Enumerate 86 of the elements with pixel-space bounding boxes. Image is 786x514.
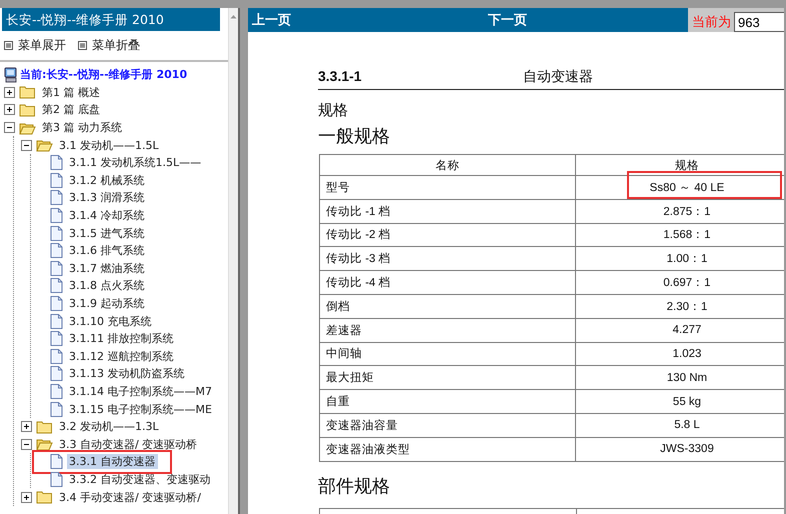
table-cell: 传动比 -3 档 [320, 246, 576, 271]
table-cell: 倒档 [320, 294, 576, 318]
collapse-icon[interactable] [21, 438, 32, 450]
tree-folder-item[interactable]: 3.3 自动变速器/ 变速驱动桥 [57, 436, 200, 452]
tree-page-item[interactable]: 3.1.13 发动机防盗系统 [67, 366, 186, 382]
tree-page-item[interactable]: 3.1.11 排放控制系统 [67, 331, 176, 346]
tree-page-item[interactable]: 3.1.1 发动机系统1.5L—— [67, 155, 204, 170]
column-header: 名称 [320, 154, 576, 176]
expand-icon[interactable] [21, 421, 32, 432]
subheading: 部件规格 [318, 474, 391, 498]
table-cell: 最大扭矩 [320, 366, 576, 390]
document-icon [50, 172, 63, 188]
heading: 规格 [318, 101, 349, 120]
tree-page-item[interactable]: 3.1.14 电子控制系统——M7 [67, 384, 214, 399]
tree-page-item[interactable]: 3.1.15 电子控制系统——ME [67, 402, 214, 417]
list-icon [4, 41, 13, 50]
computer-icon [4, 66, 18, 83]
document-icon [50, 366, 63, 382]
tree-page-item[interactable]: 3.1.5 进气系统 [67, 226, 146, 241]
document-icon [50, 402, 63, 417]
tree-page-item[interactable]: 3.3.1 自动变速器 [67, 454, 158, 470]
tree-folder-item[interactable]: 第1 篇 概述 [40, 84, 102, 100]
table-cell: 传动比 -1 档 [320, 199, 576, 224]
current-page-label: 当前为 [692, 14, 731, 31]
table-cell: 型号 [320, 176, 576, 200]
document-icon [50, 348, 63, 364]
folder-icon [36, 420, 53, 434]
tree-folder-item[interactable]: 3.1 发动机——1.5L [57, 138, 161, 153]
folder-icon [19, 102, 36, 117]
page-number-field[interactable]: 963 [734, 12, 784, 32]
document-icon [50, 208, 63, 224]
document-icon [50, 190, 63, 206]
open-folder-icon [36, 138, 53, 152]
document-icon [50, 454, 63, 470]
open-folder-icon [36, 437, 53, 452]
sidebar-title: 长安--悦翔--维修手册 2010 [2, 8, 220, 31]
expand-icon[interactable] [4, 86, 15, 98]
column-header: 规格 [576, 154, 784, 176]
folder-icon [19, 85, 36, 100]
menu-button[interactable]: 菜单折叠 [78, 37, 140, 54]
section-title: 自动变速器 [523, 68, 593, 86]
open-folder-icon [19, 120, 36, 135]
document-icon [50, 278, 63, 294]
tree-page-item[interactable]: 3.1.10 充电系统 [67, 314, 154, 329]
next-page-link[interactable]: 下一页 [484, 8, 531, 32]
scrollbar[interactable] [228, 8, 238, 514]
document-icon [50, 155, 63, 170]
document-icon [50, 314, 63, 329]
table-cell: 传动比 -2 档 [320, 223, 576, 247]
table-cell: 自重 [320, 390, 576, 414]
tree-page-item[interactable]: 3.1.2 机械系统 [67, 172, 146, 188]
tree-page-item[interactable]: 3.1.8 点火系统 [67, 278, 146, 294]
tree-page-item[interactable]: 3.1.12 巡航控制系统 [67, 348, 176, 364]
folder-icon [36, 490, 53, 504]
tree-page-item[interactable]: 3.1.4 冷却系统 [67, 208, 146, 224]
collapse-icon[interactable] [21, 140, 32, 151]
document-icon [50, 226, 63, 241]
collapse-icon[interactable] [4, 122, 15, 134]
tree-page-item[interactable]: 3.3.2 自动变速器、变速驱动 [67, 472, 212, 487]
tree-page-item[interactable]: 3.1.3 润滑系统 [67, 190, 146, 206]
tree-page-item[interactable]: 3.1.7 燃油系统 [67, 260, 146, 276]
tree-page-item[interactable]: 3.1.6 排气系统 [67, 243, 146, 258]
previous-page-link[interactable]: 上一页 [248, 8, 484, 32]
tree-folder-item[interactable]: 3.2 发动机——1.3L [57, 419, 161, 434]
document-icon [50, 331, 63, 346]
document-icon [50, 472, 63, 487]
section-number: 3.3.1-1 [318, 68, 363, 86]
table-cell: 变速器油液类型 [320, 437, 576, 462]
tree-folder-item[interactable]: 第2 篇 底盘 [40, 102, 102, 118]
subheading: 一般规格 [318, 125, 391, 148]
tree-root-label: 当前:长安--悦翔--维修手册 2010 [19, 67, 188, 82]
tree-folder-item[interactable]: 3.4 手动变速器/ 变速驱动桥/ [57, 490, 203, 505]
document-icon [50, 296, 63, 312]
expand-icon[interactable] [4, 104, 15, 116]
document-icon [50, 243, 63, 258]
tree-page-item[interactable]: 3.1.9 起动系统 [67, 296, 146, 312]
table-cell: 传动比 -4 档 [320, 270, 576, 294]
expand-icon[interactable] [21, 492, 32, 503]
document-icon [50, 384, 63, 399]
table-cell: 变速器油容量 [320, 413, 576, 438]
table-cell: 差速器 [320, 318, 576, 342]
table-cell: 中间轴 [320, 342, 576, 366]
tree-folder-item[interactable]: 第3 篇 动力系统 [40, 120, 124, 136]
menu-button[interactable]: 菜单展开 [4, 37, 66, 54]
document-icon [50, 260, 63, 276]
list-icon [78, 41, 87, 50]
